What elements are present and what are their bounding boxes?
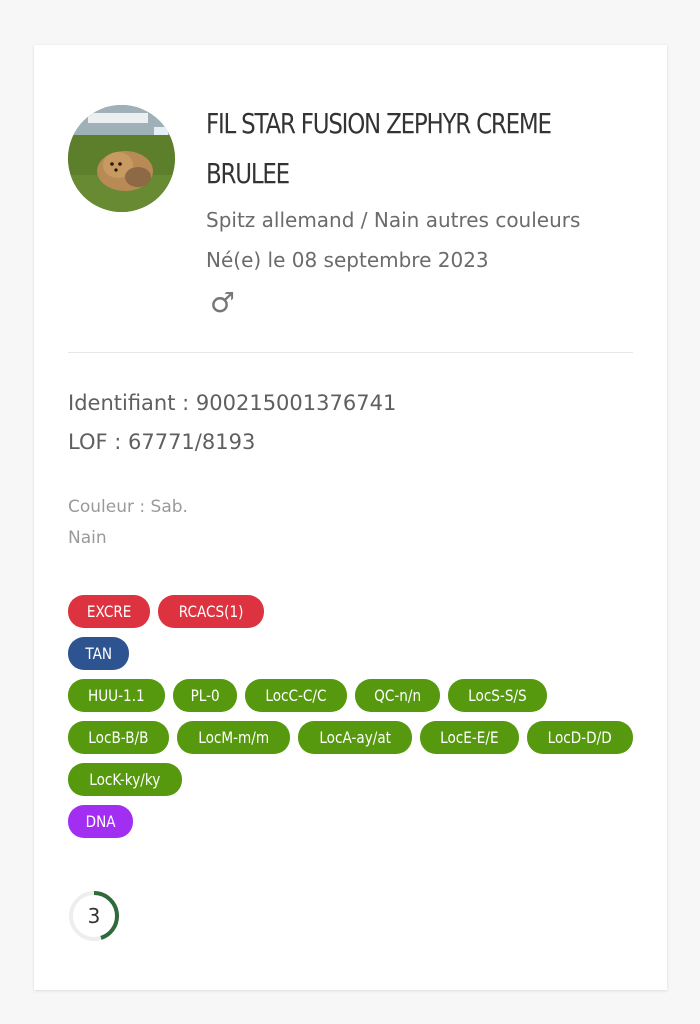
male-icon: ♂ — [210, 286, 236, 319]
tag-badge: LocS-S/S — [448, 679, 547, 712]
tag-badge: LocA-ay/at — [298, 721, 413, 754]
tag-label: TAN — [85, 644, 113, 663]
tag-row-awards: EXCRE RCACS(1) — [68, 595, 638, 628]
dog-breed: Spitz allemand / Nain autres couleurs — [206, 208, 581, 232]
taille-text: Nain — [68, 528, 107, 548]
tag-badge: RCACS(1) — [158, 595, 265, 628]
score-indicator: 3 — [68, 890, 120, 942]
score-value: 3 — [87, 904, 101, 928]
tag-badge: PL-0 — [172, 679, 237, 712]
tag-row-dna: DNA — [68, 805, 638, 838]
tag-label: PL-0 — [190, 686, 220, 705]
tag-badge: LocK-ky/ky — [68, 763, 182, 796]
tag-label: LocS-S/S — [468, 686, 527, 705]
tag-label: LocK-ky/ky — [89, 770, 161, 789]
tag-badge: LocE-E/E — [420, 721, 520, 754]
tag-label: QC-n/n — [373, 686, 421, 705]
tag-badge: LocC-C/C — [244, 679, 347, 712]
tag-badge: DNA — [68, 805, 134, 838]
tag-row-tan: TAN — [68, 637, 638, 670]
tag-row-genetics-3: LocK-ky/ky — [68, 763, 638, 796]
tag-label: LocA-ay/at — [319, 728, 392, 747]
dog-photo[interactable] — [68, 105, 175, 212]
identifiant-text: Identifiant : 900215001376741 — [68, 391, 397, 415]
tag-label: LocE-E/E — [440, 728, 500, 747]
tag-badge: HUU-1.1 — [68, 679, 165, 712]
tag-label: LocC-C/C — [265, 686, 327, 705]
tag-badge: LocM-m/m — [176, 721, 291, 754]
dog-name[interactable]: FIL STAR FUSION ZEPHYR CREME BRULEE — [206, 99, 632, 199]
tag-label: HUU-1.1 — [88, 686, 145, 705]
dog-photo-image — [68, 105, 175, 212]
tag-label: RCACS(1) — [179, 602, 244, 621]
tag-badge: QC-n/n — [354, 679, 441, 712]
tag-label: EXCRE — [86, 602, 132, 621]
tag-label: LocB-B/B — [88, 728, 149, 747]
dog-card: FIL STAR FUSION ZEPHYR CREME BRULEE Spit… — [34, 45, 667, 990]
dog-birth-date: Né(e) le 08 septembre 2023 — [206, 248, 489, 272]
tag-label: DNA — [85, 812, 116, 831]
tag-row-genetics-2: LocB-B/B LocM-m/m LocA-ay/at LocE-E/E Lo… — [68, 721, 638, 754]
tag-label: LocM-m/m — [198, 728, 269, 747]
divider — [68, 352, 633, 353]
couleur-text: Couleur : Sab. — [68, 497, 188, 517]
tag-badge: LocD-D/D — [527, 721, 633, 754]
tag-badge: LocB-B/B — [68, 721, 169, 754]
lof-text: LOF : 67771/8193 — [68, 430, 256, 454]
tag-badge: TAN — [68, 637, 130, 670]
tag-badge: EXCRE — [68, 595, 151, 628]
tag-label: LocD-D/D — [547, 728, 612, 747]
tags-section: EXCRE RCACS(1) TAN HUU-1.1 PL-0 LocC-C/C… — [68, 595, 638, 847]
tag-row-genetics-1: HUU-1.1 PL-0 LocC-C/C QC-n/n LocS-S/S — [68, 679, 638, 712]
